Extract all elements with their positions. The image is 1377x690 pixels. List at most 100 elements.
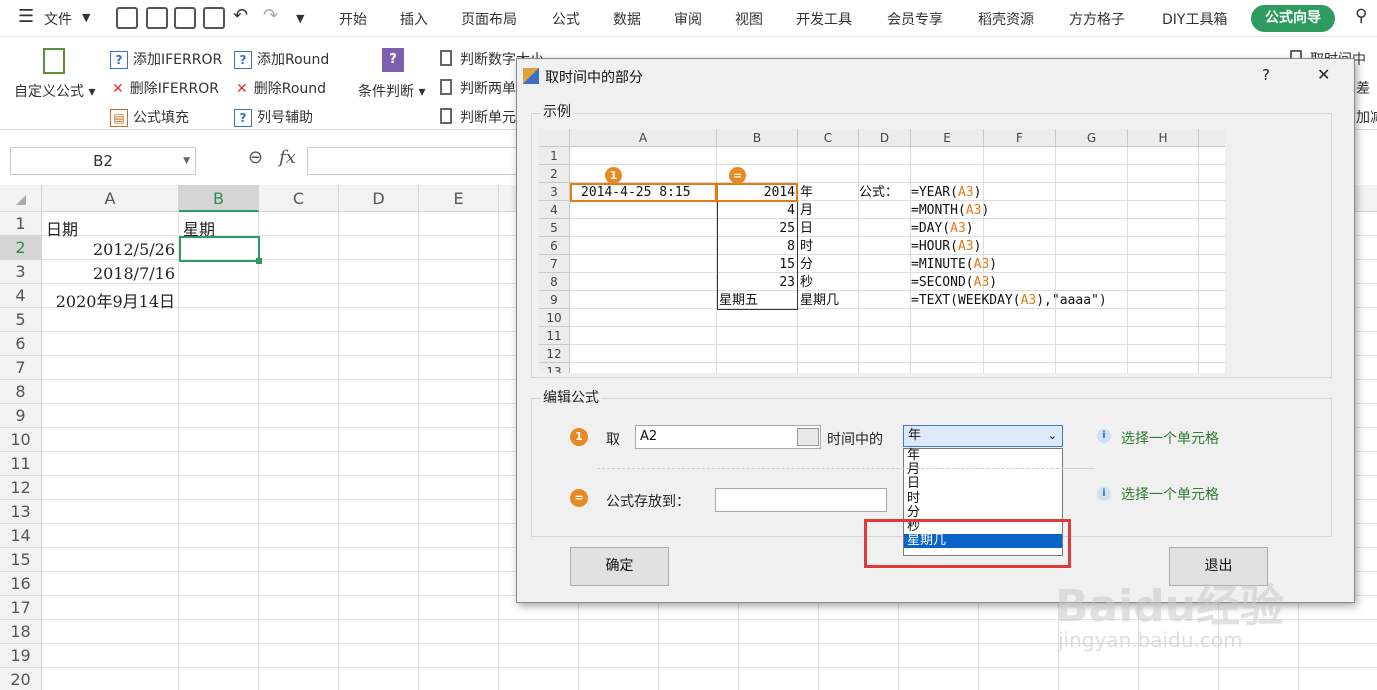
row-header-5[interactable]: 5 [0,308,42,332]
row-header-17[interactable]: 17 [0,596,42,620]
row-header-14[interactable]: 14 [0,524,42,548]
row-header-6[interactable]: 6 [0,332,42,356]
column-header-b[interactable]: B [179,185,259,212]
row-header-16[interactable]: 16 [0,572,42,596]
file-menu[interactable]: 文件 [44,9,72,29]
add-iferror-button[interactable]: ? 添加IFERROR [110,49,222,69]
grid-col-line [418,212,419,690]
cell-a4[interactable]: 2020年9月14日 [56,288,175,312]
formula-input[interactable] [307,147,527,175]
more-icon[interactable]: ▼ [296,12,304,25]
save-icon[interactable] [116,7,138,29]
tab-fangfang[interactable]: 方方格子 [1069,9,1125,29]
chevron-down-icon[interactable]: ▼ [82,11,90,24]
part-select[interactable]: 年 ⌄ [903,425,1063,447]
column-assist-button[interactable]: ? 列号辅助 [234,107,313,127]
example-b7: 15 [779,257,795,272]
active-cell-b2[interactable] [179,236,262,264]
row-header-19[interactable]: 19 [0,644,42,668]
row-header-4[interactable]: 4 [0,284,42,308]
print-icon[interactable] [174,7,196,29]
judge-cell-button[interactable]: 判断单元 [440,107,516,127]
hamburger-icon[interactable]: ☰ [18,6,34,27]
formula-ref: A3 [950,221,966,236]
row-header-7[interactable]: 7 [0,356,42,380]
delete-round-button[interactable]: ✕ 删除Round [236,78,326,98]
undo-icon[interactable]: ↶ [233,5,248,26]
grid-col-line [498,212,499,690]
example-row-9: 9 [539,291,570,309]
example-b8: 23 [779,275,795,290]
tab-diy[interactable]: DIY工具箱 [1162,9,1227,29]
ok-button[interactable]: 确定 [570,547,669,586]
dropdown-option[interactable]: 时 [904,491,1062,506]
row-header-1[interactable]: 1 [0,212,42,236]
column-header-c[interactable]: C [259,185,339,212]
row-header-15[interactable]: 15 [0,548,42,572]
export-pdf-icon[interactable] [146,7,168,29]
tab-member[interactable]: 会员专享 [887,9,943,29]
row-header-8[interactable]: 8 [0,380,42,404]
tab-insert[interactable]: 插入 [400,9,428,29]
column-header-d[interactable]: D [339,185,419,212]
print-preview-icon[interactable] [203,7,225,29]
tab-formula[interactable]: 公式 [552,9,580,29]
row-header-20[interactable]: 20 [0,668,42,690]
cell-a1[interactable]: 日期 [46,216,78,240]
subtract-button[interactable]: 加减 [1356,107,1377,127]
formula-post: ) [989,257,998,272]
cell-a3[interactable]: 2018/7/16 [93,264,175,283]
tab-start[interactable]: 开始 [339,9,367,29]
dropdown-option[interactable]: 分 [904,505,1062,520]
tab-page-layout[interactable]: 页面布局 [461,9,517,29]
cell-picker-icon[interactable] [797,428,819,446]
tab-docer[interactable]: 稻壳资源 [978,9,1034,29]
condition-judge-button[interactable]: 条件判断 ▾ [358,81,425,101]
tab-view[interactable]: 视图 [735,9,763,29]
dropdown-option[interactable]: 年 [904,448,1062,463]
formula-pre: =HOUR( [911,239,958,254]
grid-row-line [42,667,1377,668]
row-header-11[interactable]: 11 [0,452,42,476]
store-cell-input[interactable] [715,488,887,512]
tab-review[interactable]: 审阅 [674,9,702,29]
condition-icon[interactable]: ? [382,48,404,72]
tab-developer[interactable]: 开发工具 [796,9,852,29]
tab-formula-wizard[interactable]: 公式向导 [1251,5,1335,32]
close-button[interactable]: ✕ [1317,65,1330,84]
step2-icon: = [570,489,588,507]
example-corner [539,129,570,147]
search-icon[interactable]: ⚲ [1355,6,1367,26]
delete-iferror-button[interactable]: ✕ 删除IFERROR [112,78,219,98]
chevron-down-icon: ⌄ [1047,429,1057,442]
dropdown-option[interactable]: 日 [904,477,1062,491]
name-box[interactable]: B2 ▼ [10,147,196,175]
select-all-corner[interactable] [0,185,42,212]
add-round-button[interactable]: ? 添加Round [234,49,329,69]
row-header-3[interactable]: 3 [0,260,42,284]
example-row-5: 5 [539,219,570,237]
row-header-2[interactable]: 2 [0,236,42,260]
custom-formula-button[interactable]: 自定义公式 ▾ [14,81,95,101]
tab-data[interactable]: 数据 [613,9,641,29]
zoom-icon[interactable]: ⊖ [248,147,263,168]
column-header-e[interactable]: E [419,185,499,212]
diff-button[interactable]: 差 [1356,78,1370,98]
row-header-9[interactable]: 9 [0,404,42,428]
example-c9: 星期几 [800,293,840,308]
custom-formula-icon[interactable] [43,48,65,74]
row-header-13[interactable]: 13 [0,500,42,524]
cell-a2[interactable]: 2012/5/26 [93,240,175,259]
dropdown-option[interactable]: 月 [904,463,1062,477]
bookmark-icon [440,108,452,124]
redo-icon[interactable]: ↷ [263,5,278,26]
row-header-10[interactable]: 10 [0,428,42,452]
row-header-18[interactable]: 18 [0,620,42,644]
formula-fill-button[interactable]: ▤ 公式填充 [110,107,189,127]
row-header-12[interactable]: 12 [0,476,42,500]
column-header-a[interactable]: A [42,185,179,212]
fx-icon[interactable]: fx [279,147,296,168]
source-cell-input[interactable]: A2 [635,425,821,449]
help-button[interactable]: ? [1262,66,1270,84]
judge-two-button[interactable]: 判断两单 [440,78,516,98]
